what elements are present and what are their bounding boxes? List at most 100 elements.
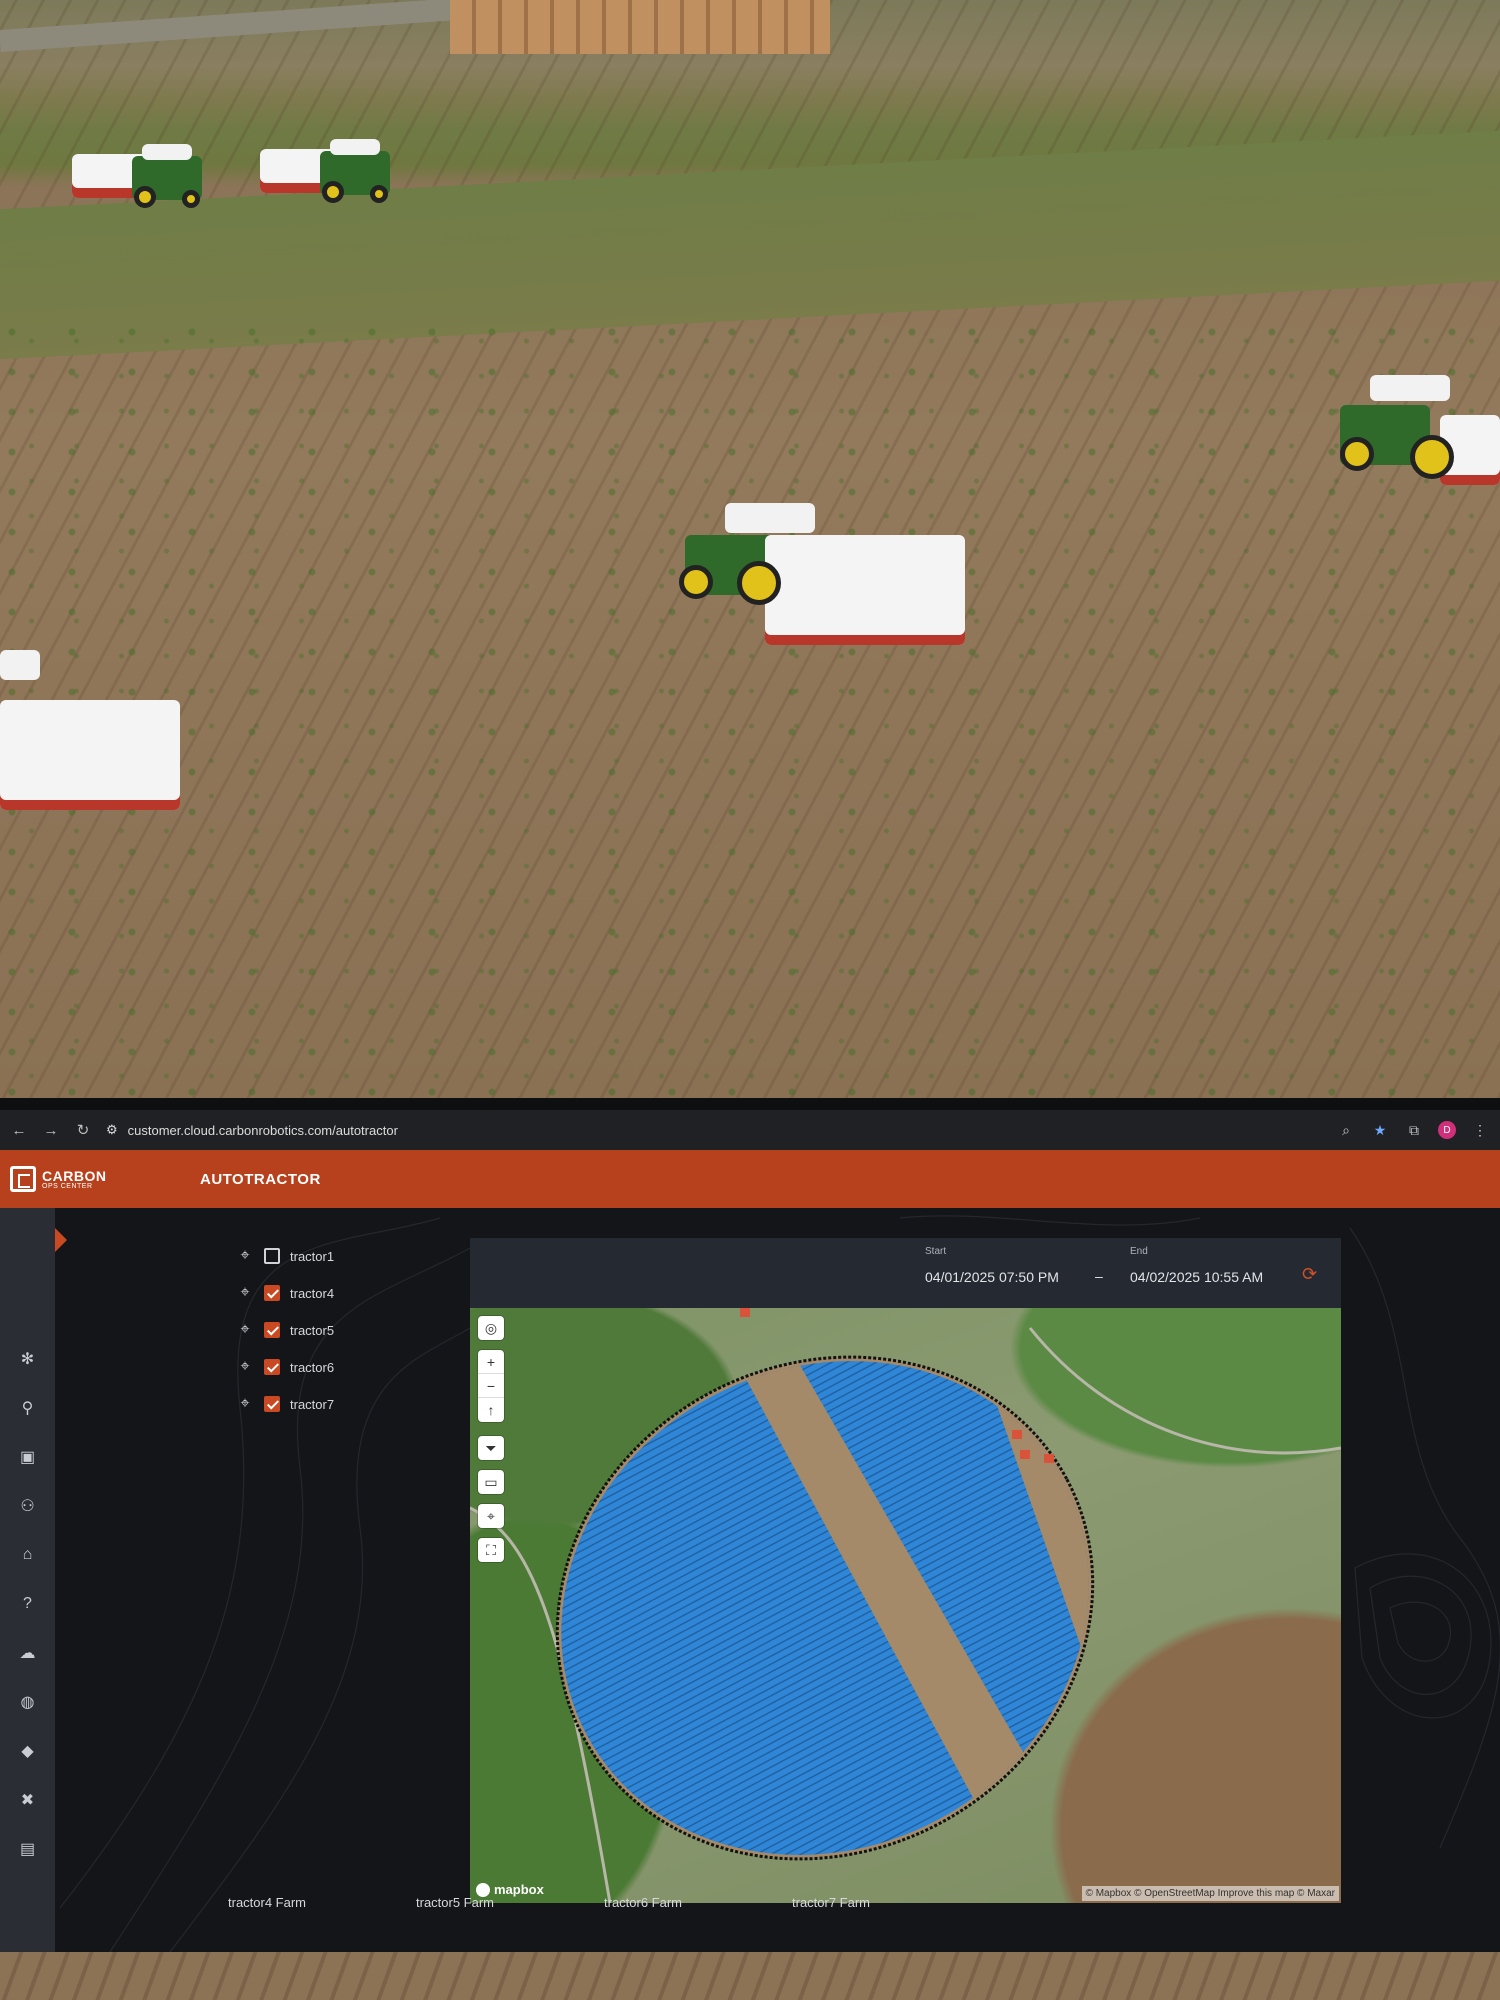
tractor-label: tractor4 (290, 1285, 335, 1301)
tractor-checkbox[interactable] (264, 1396, 280, 1412)
help-icon[interactable]: ? (18, 1593, 38, 1615)
logo-subtitle: OPS CENTER (42, 1182, 93, 1190)
tractor-row[interactable]: ⌖ tractor1 (236, 1246, 334, 1266)
site-settings-icon[interactable]: ⚙ (106, 1122, 118, 1138)
browser-window: ← → ↻ ⚙ customer.cloud.carbonrobotics.co… (0, 1098, 1500, 1952)
map-panel: Start 04/01/2025 07:50 PM – End 04/02/20… (470, 1238, 1341, 1903)
tractor-label: tractor1 (290, 1248, 335, 1264)
zoom-out-button[interactable]: − (478, 1374, 504, 1398)
tractor-checkbox[interactable] (264, 1285, 280, 1301)
map-road (1028, 1327, 1341, 1455)
zoom-icon[interactable]: ⌕ (1336, 1122, 1356, 1139)
fullscreen-icon[interactable]: ⛶ (478, 1538, 504, 1562)
farm-tabs: tractor4 Farm tractor5 Farm tractor6 Far… (228, 1895, 980, 1910)
aerial-field-photo (0, 0, 1500, 1098)
extensions-icon[interactable]: ⧉ (1404, 1122, 1424, 1139)
aerial-field-photo-bottom (0, 1952, 1500, 2000)
logo-title: CARBON (42, 1167, 107, 1184)
feedback-icon[interactable]: ▤ (18, 1838, 38, 1860)
start-date-value[interactable]: 04/01/2025 07:50 PM (925, 1269, 1059, 1285)
diamond-icon[interactable]: ◆ (18, 1740, 38, 1762)
focus-target-icon[interactable]: ⌖ (236, 1358, 254, 1376)
end-date-label: End (1130, 1246, 1148, 1257)
end-date-value[interactable]: 04/02/2025 10:55 AM (1130, 1269, 1263, 1285)
cloud-upload-icon[interactable]: ☁ (18, 1642, 38, 1664)
reload-icon[interactable]: ↻ (74, 1121, 92, 1139)
back-icon[interactable]: ← (10, 1122, 28, 1139)
locate-icon[interactable]: ◎ (478, 1316, 504, 1340)
tractor-list: ⌖ tractor1 ⌖ tractor4 ⌖ tractor5 ⌖ tract… (236, 1246, 334, 1414)
filter-control[interactable]: ⏷ (478, 1436, 504, 1460)
url-text[interactable]: customer.cloud.carbonrobotics.com/autotr… (128, 1123, 398, 1138)
tractor-vehicle (1310, 375, 1500, 505)
zoom-in-button[interactable]: + (478, 1350, 504, 1374)
focus-target-icon[interactable]: ⌖ (236, 1284, 254, 1302)
compass-icon[interactable]: ↑ (478, 1398, 504, 1422)
carbon-logo[interactable]: CARBON OPS CENTER (10, 1166, 200, 1192)
url-field[interactable]: ⚙ customer.cloud.carbonrobotics.com/auto… (106, 1122, 1322, 1138)
forward-icon[interactable]: → (42, 1122, 60, 1139)
page-title: AUTOTRACTOR (200, 1170, 321, 1188)
tools-icon[interactable]: ✖ (18, 1789, 38, 1811)
tractor-vehicle (0, 650, 190, 850)
map-attribution[interactable]: © Mapbox © OpenStreetMap Improve this ma… (1081, 1886, 1339, 1901)
app-body: ✻ ⚲ ▣ ⚇ ⌂ ? ☁ ◍ ◆ ✖ ▤ ⌖ tractor1 ⌖ tract… (0, 1208, 1500, 1952)
tractor-checkbox[interactable] (264, 1248, 280, 1264)
measure-control[interactable]: ▭ (478, 1470, 504, 1494)
zoom-controls: + − ↑ (478, 1350, 504, 1422)
image-icon[interactable]: ▣ (18, 1446, 38, 1468)
tractor-checkbox[interactable] (264, 1322, 280, 1338)
tractor-marker[interactable] (1012, 1430, 1022, 1439)
tractor-marker[interactable] (1020, 1450, 1030, 1459)
tractor-vehicle (72, 140, 232, 240)
tractor-marker[interactable] (1044, 1454, 1054, 1463)
tab-tractor6-farm[interactable]: tractor6 Farm (604, 1895, 792, 1910)
fullscreen-control[interactable]: ⛶ (478, 1538, 504, 1562)
hay-bales (450, 0, 830, 54)
tab-tractor7-farm[interactable]: tractor7 Farm (792, 1895, 980, 1910)
bookmark-star-icon[interactable]: ★ (1370, 1122, 1390, 1139)
date-separator: – (1095, 1268, 1103, 1284)
tab-strip (0, 1098, 1500, 1110)
tractor-marker[interactable] (740, 1308, 750, 1317)
nav-sidebar: ✻ ⚲ ▣ ⚇ ⌂ ? ☁ ◍ ◆ ✖ ▤ (0, 1208, 55, 1952)
locate-control[interactable]: ◎ (478, 1316, 504, 1340)
recenter-control[interactable]: ⌖ (478, 1504, 504, 1528)
tractor-row[interactable]: ⌖ tractor5 (236, 1320, 334, 1340)
tractor-checkbox[interactable] (264, 1359, 280, 1375)
app-header: CARBON OPS CENTER AUTOTRACTOR (0, 1150, 1500, 1208)
tractor-label: tractor5 (290, 1322, 335, 1338)
ruler-icon[interactable]: ▭ (478, 1470, 504, 1494)
recenter-icon[interactable]: ⌖ (478, 1504, 504, 1528)
settings-icon[interactable]: ✻ (18, 1348, 38, 1370)
date-range-bar: Start 04/01/2025 07:50 PM – End 04/02/20… (470, 1238, 1341, 1308)
sidebar-expand-icon[interactable] (55, 1228, 67, 1252)
satellite-map[interactable]: ◎ + − ↑ ⏷ ▭ ⌖ ⛶ mapbox © Mapbox © OpenSt… (470, 1308, 1341, 1903)
end-date[interactable]: End 04/02/2025 10:55 AM (1130, 1246, 1263, 1285)
coverage-overlay (470, 1308, 1341, 1903)
tractor-label: tractor6 (290, 1359, 335, 1375)
tab-tractor4-farm[interactable]: tractor4 Farm (228, 1895, 416, 1910)
menu-kebab-icon[interactable]: ⋮ (1470, 1122, 1490, 1139)
profile-avatar[interactable]: D (1438, 1121, 1456, 1139)
focus-target-icon[interactable]: ⌖ (236, 1321, 254, 1339)
focus-target-icon[interactable]: ⌖ (236, 1395, 254, 1413)
tab-tractor5-farm[interactable]: tractor5 Farm (416, 1895, 604, 1910)
start-date-label: Start (925, 1246, 947, 1257)
crop-rows (0, 320, 1500, 1098)
tractor-vehicle (260, 135, 420, 235)
globe-icon[interactable]: ◍ (18, 1691, 38, 1713)
start-date[interactable]: Start 04/01/2025 07:50 PM (925, 1246, 1059, 1285)
refresh-icon[interactable]: ⟳ (1302, 1264, 1317, 1285)
tractor-row[interactable]: ⌖ tractor4 (236, 1283, 334, 1303)
garage-icon[interactable]: ⌂ (18, 1544, 38, 1566)
filter-icon[interactable]: ⏷ (478, 1436, 504, 1460)
nav-icons: ✻ ⚲ ▣ ⚇ ⌂ ? ☁ ◍ ◆ ✖ ▤ (0, 1348, 55, 1860)
tractor-row[interactable]: ⌖ tractor7 (236, 1394, 334, 1414)
tractor-label: tractor7 (290, 1396, 335, 1412)
address-bar: ← → ↻ ⚙ customer.cloud.carbonrobotics.co… (0, 1110, 1500, 1150)
route-icon[interactable]: ⚲ (18, 1397, 38, 1419)
focus-target-icon[interactable]: ⌖ (236, 1247, 254, 1265)
tractor-row[interactable]: ⌖ tractor6 (236, 1357, 334, 1377)
group-icon[interactable]: ⚇ (18, 1495, 38, 1517)
